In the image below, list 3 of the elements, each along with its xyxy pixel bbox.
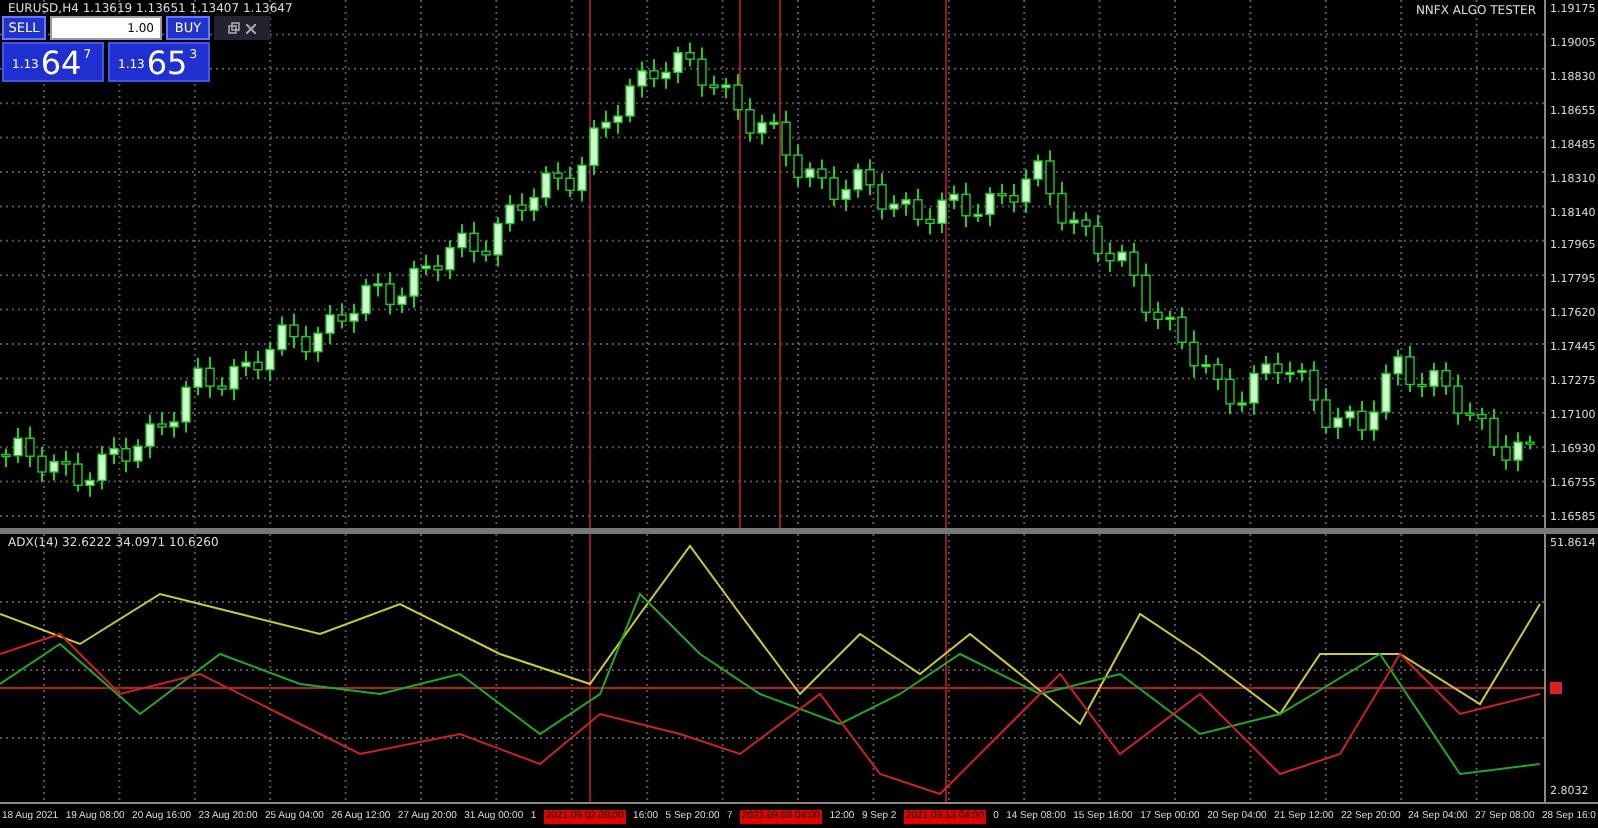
close-icon[interactable] [246,23,256,33]
level-marker [1550,682,1562,694]
restore-icon[interactable] [228,22,240,34]
